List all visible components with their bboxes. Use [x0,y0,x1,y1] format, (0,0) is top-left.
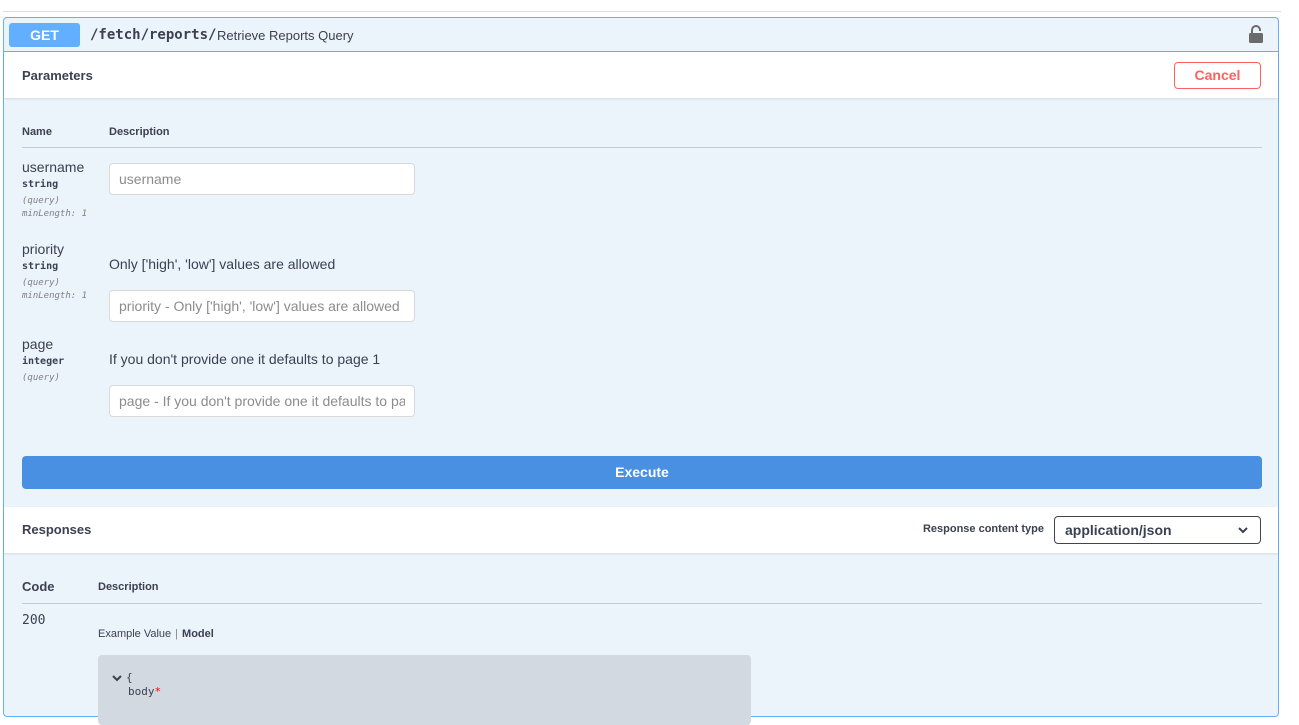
example-model-tabs: Example Value | Model [98,628,214,640]
column-header-description: Description [109,126,170,138]
top-divider [3,11,1281,12]
operation-summary-text[interactable]: Retrieve Reports Query [217,28,354,43]
column-header-response-description: Description [98,581,159,593]
param-type: integer [22,356,65,367]
param-constraint: minLength: 1 [22,209,88,219]
column-header-name: Name [22,126,52,138]
model-root[interactable]: { [112,671,133,684]
responses-header: Responses Response content type applicat… [4,507,1278,553]
param-in: (query) [22,196,60,206]
tab-model[interactable]: Model [182,628,214,640]
parameters-divider [22,147,1262,148]
http-method-badge[interactable]: GET [9,23,80,47]
param-name-username: username [22,159,85,175]
column-header-code: Code [22,579,55,594]
tab-separator: | [175,628,179,640]
model-field-name: body [128,685,155,698]
operation-block-get: GET /fetch/reports/ Retrieve Reports Que… [3,17,1279,725]
response-content-type-select[interactable]: application/json [1054,516,1261,544]
chevron-down-icon[interactable] [112,674,122,682]
response-content-type-value: application/json [1065,522,1172,538]
response-code: 200 [22,613,46,628]
param-description-page: If you don't provide one it defaults to … [109,351,381,367]
cancel-button[interactable]: Cancel [1174,62,1261,89]
param-in: (query) [22,373,60,383]
required-mark: * [154,685,162,698]
lock-icon[interactable] [1248,25,1264,43]
chevron-down-icon [1238,527,1248,534]
operation-summary[interactable]: GET /fetch/reports/ Retrieve Reports Que… [4,18,1278,52]
parameters-title: Parameters [22,68,93,83]
param-name-priority: priority [22,241,65,257]
execute-button[interactable]: Execute [22,456,1262,489]
param-name-page: page [22,336,54,352]
param-type: string [22,179,59,190]
page-input[interactable] [109,385,415,417]
responses-divider [22,603,1262,604]
model-box: { body* [98,655,751,725]
param-constraint: minLength: 1 [22,291,88,301]
responses-title: Responses [22,522,92,537]
priority-input[interactable] [109,290,415,322]
parameters-header: Parameters Cancel [4,52,1278,98]
tab-example-value[interactable]: Example Value [98,628,171,640]
response-content-type-label: Response content type [922,523,1044,535]
model-open-brace: { [126,671,133,684]
operation-path[interactable]: /fetch/reports/ [90,27,216,43]
username-input[interactable] [109,163,415,195]
param-description-priority: Only ['high', 'low'] values are allowed [109,256,336,272]
param-in: (query) [22,278,60,288]
param-type: string [22,261,59,272]
model-field: body* [128,685,161,698]
